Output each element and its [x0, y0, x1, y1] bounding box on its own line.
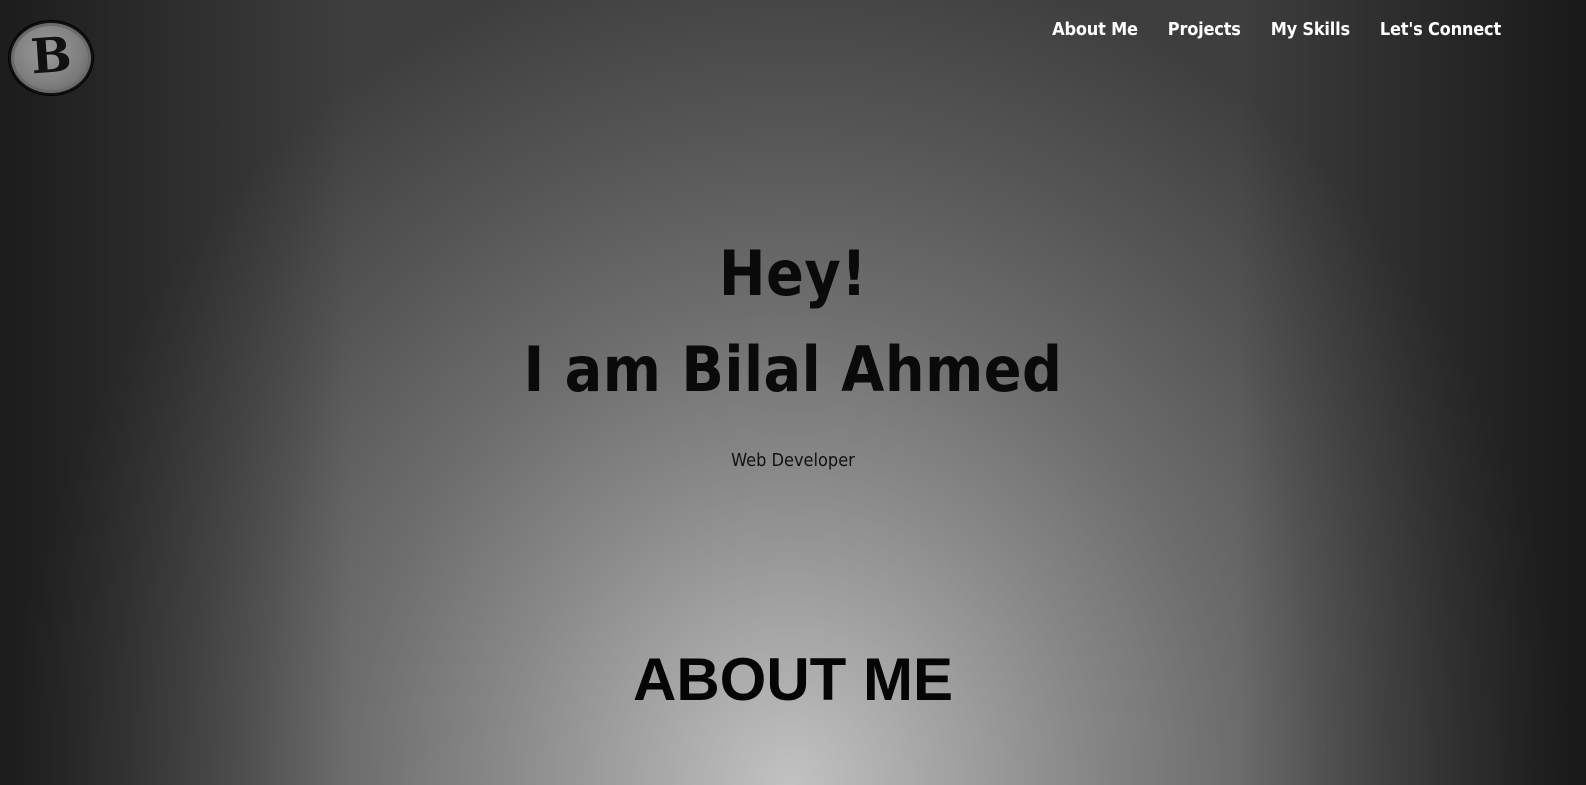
hero-subtitle: Web Developer — [731, 450, 855, 471]
nav-links: About Me Projects My Skills Let's Connec… — [1022, 19, 1501, 40]
nav-link-lets-connect[interactable]: Let's Connect — [1380, 19, 1501, 40]
hero-name: I am Bilal Ahmed — [523, 333, 1063, 406]
about-section-title: ABOUT ME — [633, 646, 953, 713]
nav-link-projects[interactable]: Projects — [1168, 19, 1241, 40]
hero-section: Hey! I am Bilal Ahmed Web Developer — [0, 226, 1586, 471]
site-logo[interactable]: B — [9, 21, 93, 95]
nav-link-about-me[interactable]: About Me — [1052, 19, 1138, 40]
hero-greeting: Hey! — [718, 237, 868, 310]
logo-letter: B — [28, 26, 74, 86]
navbar: B About Me Projects My Skills Let's Conn… — [0, 0, 1586, 95]
nav-link-my-skills[interactable]: My Skills — [1271, 19, 1350, 40]
